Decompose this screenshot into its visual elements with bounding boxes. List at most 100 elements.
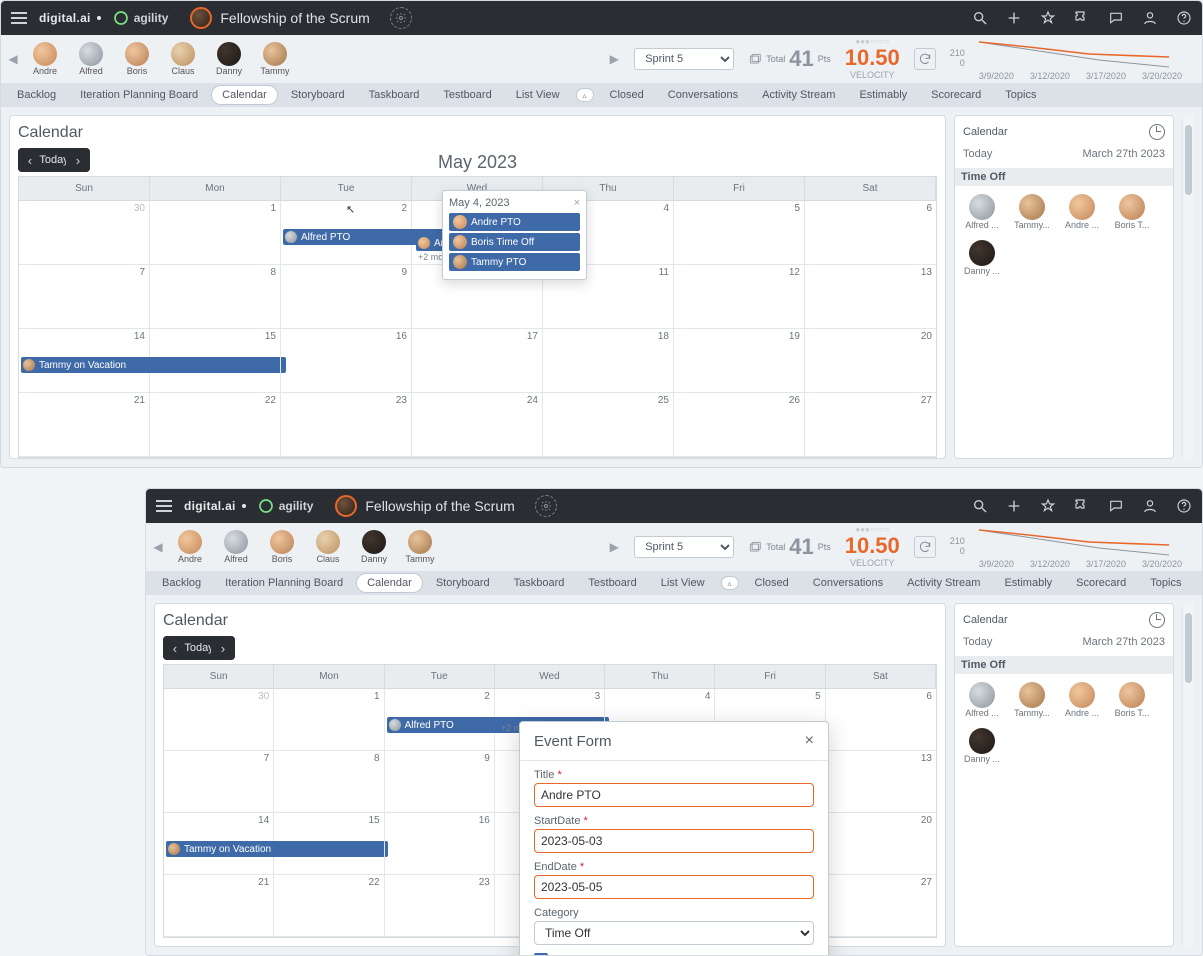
tab-conversations[interactable]: Conversations [803, 574, 893, 592]
cal-cell[interactable]: 17 [412, 329, 543, 393]
tab-collapse-icon[interactable]: ▵ [721, 576, 739, 590]
room-chip[interactable]: Fellowship of the Scrum [335, 495, 514, 517]
cal-cell[interactable]: 13 [826, 751, 936, 813]
cal-cell[interactable]: 7 [19, 265, 150, 329]
cal-cell[interactable]: 13 [805, 265, 936, 329]
cal-cell[interactable]: 21 [164, 875, 274, 937]
tab-list-view[interactable]: List View [506, 86, 570, 104]
cal-cell[interactable]: 1 [274, 689, 384, 751]
puzzle-icon[interactable] [1074, 498, 1090, 514]
menu-icon[interactable] [11, 12, 27, 24]
tab-taskboard[interactable]: Taskboard [504, 574, 575, 592]
sprint-select[interactable]: Sprint 5 [634, 536, 734, 558]
timeoff-person[interactable]: Andre ... [1063, 194, 1101, 230]
team-scroll-left-icon[interactable]: ◀ [152, 538, 164, 556]
cal-cell[interactable]: 16 [385, 813, 495, 875]
cal-cell[interactable]: 14 Tammy on Vacation [19, 329, 150, 393]
startdate-input[interactable] [534, 829, 814, 853]
cal-cell[interactable]: 18 [543, 329, 674, 393]
scrollbar[interactable] [1182, 115, 1194, 459]
member-alfred[interactable]: Alfred [216, 530, 256, 564]
cal-cell[interactable]: 6 [826, 689, 936, 751]
tab-backlog[interactable]: Backlog [152, 574, 211, 592]
chat-icon[interactable] [1108, 498, 1124, 514]
modal-close-icon[interactable]: × [805, 732, 814, 750]
clock-icon[interactable] [1149, 124, 1165, 140]
room-chip[interactable]: Fellowship of the Scrum [190, 7, 369, 29]
timeoff-person[interactable]: Danny ... [963, 240, 1001, 276]
cal-cell[interactable]: 1 [150, 201, 281, 265]
cal-cell[interactable]: 15 [150, 329, 281, 393]
tab-backlog[interactable]: Backlog [7, 86, 66, 104]
popover-event[interactable]: Boris Time Off [449, 233, 580, 251]
tab-testboard[interactable]: Testboard [433, 86, 501, 104]
tab-collapse-icon[interactable]: ▵ [576, 88, 594, 102]
tab-list-view[interactable]: List View [651, 574, 715, 592]
cal-cell[interactable]: 25 [543, 393, 674, 457]
cal-cell[interactable]: 26 [674, 393, 805, 457]
member-danny[interactable]: Danny [354, 530, 394, 564]
timeoff-person[interactable]: Tammy... [1013, 194, 1051, 230]
cal-cell[interactable]: 21 [19, 393, 150, 457]
cal-cell[interactable]: 15 [274, 813, 384, 875]
tab-iteration-planning[interactable]: Iteration Planning Board [70, 86, 208, 104]
popover-event[interactable]: Andre PTO [449, 213, 580, 231]
tab-closed[interactable]: Closed [600, 86, 654, 104]
chat-icon[interactable] [1108, 10, 1124, 26]
cal-cell[interactable]: 22 [274, 875, 384, 937]
refresh-icon[interactable] [914, 48, 936, 70]
tab-storyboard[interactable]: Storyboard [281, 86, 355, 104]
tab-closed[interactable]: Closed [745, 574, 799, 592]
cal-next-button[interactable]: › [211, 636, 235, 660]
plus-icon[interactable] [1006, 498, 1022, 514]
scrollbar[interactable] [1182, 603, 1194, 947]
gear-icon[interactable] [535, 495, 557, 517]
cal-cell[interactable]: 9 [281, 265, 412, 329]
popover-event[interactable]: Tammy PTO [449, 253, 580, 271]
refresh-icon[interactable] [914, 536, 936, 558]
tab-scorecard[interactable]: Scorecard [921, 86, 991, 104]
puzzle-icon[interactable] [1074, 10, 1090, 26]
menu-icon[interactable] [156, 500, 172, 512]
member-tammy[interactable]: Tammy [400, 530, 440, 564]
cal-cell[interactable]: 12 [674, 265, 805, 329]
tab-conversations[interactable]: Conversations [658, 86, 748, 104]
star-icon[interactable] [1040, 10, 1056, 26]
timeoff-person[interactable]: Danny ... [963, 728, 1001, 764]
member-claus[interactable]: Claus [308, 530, 348, 564]
tab-calendar[interactable]: Calendar [212, 86, 277, 104]
cal-cell[interactable]: 14 Tammy on Vacation [164, 813, 274, 875]
cal-cell[interactable]: 2 ↖ Alfred PTO [281, 201, 412, 265]
user-icon[interactable] [1142, 498, 1158, 514]
team-scroll-right-icon[interactable]: ▶ [608, 538, 620, 556]
tab-storyboard[interactable]: Storyboard [426, 574, 500, 592]
cal-cell[interactable]: 27 [826, 875, 936, 937]
member-claus[interactable]: Claus [163, 42, 203, 76]
enddate-input[interactable] [534, 875, 814, 899]
timeoff-person[interactable]: Boris T... [1113, 194, 1151, 230]
cal-cell[interactable]: 30 [164, 689, 274, 751]
member-boris[interactable]: Boris [262, 530, 302, 564]
cal-cell[interactable]: 24 [412, 393, 543, 457]
cal-cell[interactable]: 16 [281, 329, 412, 393]
cal-cell[interactable]: 5 [674, 201, 805, 265]
popover-close-icon[interactable]: × [574, 197, 580, 209]
tab-testboard[interactable]: Testboard [578, 574, 646, 592]
tab-topics[interactable]: Topics [995, 86, 1046, 104]
timeoff-person[interactable]: Tammy... [1013, 682, 1051, 718]
cal-cell[interactable]: 6 [805, 201, 936, 265]
member-alfred[interactable]: Alfred [71, 42, 111, 76]
cal-today-button[interactable]: Today [187, 636, 211, 660]
cal-cell[interactable]: 2 Alfred PTO [385, 689, 495, 751]
sprint-select[interactable]: Sprint 5 [634, 48, 734, 70]
timeoff-person[interactable]: Boris T... [1113, 682, 1151, 718]
tab-topics[interactable]: Topics [1140, 574, 1191, 592]
cal-cell[interactable]: 7 [164, 751, 274, 813]
tab-activity-stream[interactable]: Activity Stream [752, 86, 845, 104]
member-tammy[interactable]: Tammy [255, 42, 295, 76]
cal-cell[interactable]: 20 [805, 329, 936, 393]
star-icon[interactable] [1040, 498, 1056, 514]
cal-cell[interactable]: 8 [274, 751, 384, 813]
help-icon[interactable] [1176, 498, 1192, 514]
cal-cell[interactable]: 30 [19, 201, 150, 265]
